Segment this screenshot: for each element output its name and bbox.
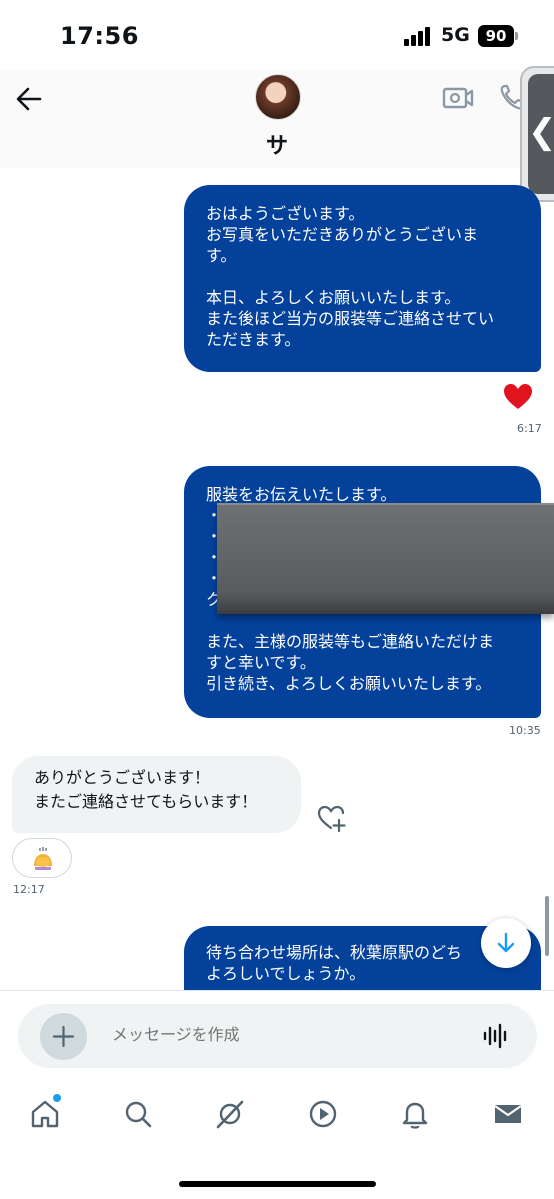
- notification-dot: [53, 1094, 61, 1102]
- network-type: 5G: [441, 24, 470, 46]
- scroll-to-bottom-button[interactable]: [481, 918, 531, 968]
- message-bubble-sent[interactable]: おはようございます。 お写真をいただきありがとうございま す。 本日、よろしくお…: [184, 185, 541, 372]
- notifications-icon[interactable]: [399, 1098, 431, 1130]
- battery-tip: [515, 32, 518, 40]
- back-arrow-icon[interactable]: [14, 84, 44, 114]
- home-icon[interactable]: [29, 1098, 61, 1130]
- message-timestamp: 10:35: [509, 724, 541, 737]
- bowing-woman-emoji: [34, 847, 52, 870]
- message-bubble-received[interactable]: ありがとうございます！ またご連絡させてもらいます！: [12, 756, 301, 833]
- avatar[interactable]: [255, 74, 301, 120]
- video-call-icon[interactable]: [442, 84, 474, 112]
- divider: [0, 990, 554, 991]
- chevron-left-icon: ❮: [528, 74, 554, 194]
- battery-icon: 90: [478, 25, 514, 47]
- scroll-indicator[interactable]: [545, 896, 549, 956]
- side-panel-handle[interactable]: ❮: [520, 66, 554, 202]
- grok-icon[interactable]: [214, 1098, 246, 1130]
- message-timestamp: 12:17: [13, 883, 45, 896]
- heart-reaction-icon[interactable]: [503, 383, 533, 411]
- video-icon[interactable]: [307, 1098, 339, 1130]
- message-input[interactable]: [112, 1004, 319, 1068]
- conversation-header: サ: [0, 70, 554, 168]
- voice-message-icon[interactable]: [482, 1022, 510, 1050]
- status-bar: 17:56 5G 90: [0, 0, 554, 70]
- search-icon[interactable]: [122, 1098, 154, 1130]
- status-time: 17:56: [60, 22, 139, 50]
- contact-name[interactable]: サ: [0, 128, 554, 160]
- composer: [18, 1004, 537, 1068]
- bottom-tab-bar: [0, 1090, 554, 1150]
- redaction-overlay: [217, 503, 554, 614]
- add-media-button[interactable]: [40, 1013, 87, 1060]
- home-indicator: [179, 1181, 376, 1187]
- message-timestamp: 6:17: [517, 422, 542, 435]
- reaction-pill[interactable]: [12, 838, 72, 878]
- plus-icon: [52, 1025, 75, 1048]
- add-reaction-icon[interactable]: [316, 804, 346, 832]
- messages-icon[interactable]: [492, 1098, 524, 1130]
- arrow-down-icon: [497, 932, 515, 953]
- signal-icon: [404, 26, 434, 46]
